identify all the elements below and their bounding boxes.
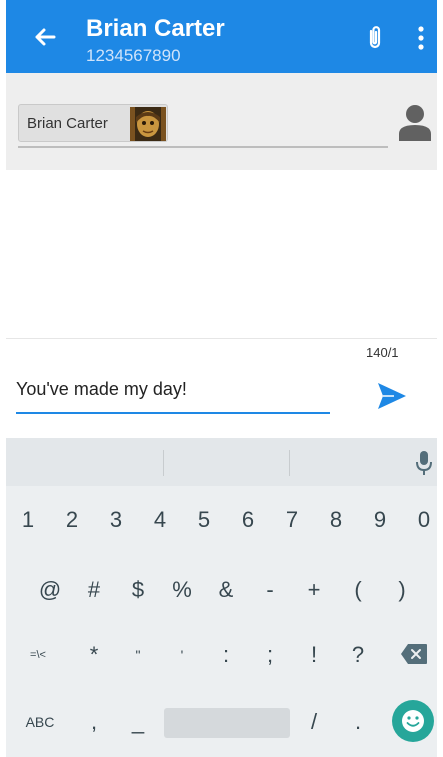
key[interactable]: # [72,568,116,612]
recipient-underline [18,146,388,148]
key[interactable]: 3 [94,498,138,542]
suggestion-separator [163,450,164,476]
key[interactable]: * [72,633,116,677]
key-slash[interactable]: / [292,700,336,744]
recipient-chip[interactable]: Brian Carter [18,104,168,142]
key[interactable]: 7 [270,498,314,542]
smiley-icon [402,710,424,732]
more-vertical-icon[interactable] [416,24,426,52]
key-abc[interactable]: ABC [18,700,62,744]
key[interactable]: " [116,633,160,677]
message-input-underline [16,412,330,414]
key[interactable]: % [160,568,204,612]
key-period[interactable]: . [336,700,380,744]
keyboard: 1 2 3 4 5 6 7 8 9 0 @ # $ % & - + ( ) =\… [6,438,437,757]
suggestion-bar [6,438,437,486]
key[interactable]: 1 [6,498,50,542]
arrow-left-icon[interactable] [30,22,60,52]
conversation-title: Brian Carter [86,15,225,42]
emoji-button[interactable] [392,700,434,742]
key[interactable]: + [292,568,336,612]
recipient-bar: Brian Carter [6,73,437,170]
suggestion-separator [289,450,290,476]
app-bar: Brian Carter 1234567890 [6,0,437,73]
key[interactable]: 8 [314,498,358,542]
key[interactable]: @ [28,568,72,612]
key[interactable]: 6 [226,498,270,542]
key-underscore[interactable]: _ [116,700,160,744]
compose-divider [6,338,437,339]
key-comma[interactable]: , [72,700,116,744]
keyboard-row-bottom: ABC , _ / . [6,700,437,744]
key[interactable]: ! [292,633,336,677]
key[interactable]: 4 [138,498,182,542]
send-icon[interactable] [376,381,408,411]
message-input[interactable]: You've made my day! [16,379,187,400]
key[interactable]: ? [336,633,380,677]
backspace-icon[interactable] [400,643,428,665]
key[interactable]: 2 [50,498,94,542]
key[interactable]: & [204,568,248,612]
key[interactable]: $ [116,568,160,612]
keyboard-row-symbols-1: @ # $ % & - + ( ) [6,568,437,612]
key[interactable]: 0 [402,498,443,542]
key[interactable]: : [204,633,248,677]
keyboard-row-symbols-2: =\< * " ' : ; ! ? [6,633,437,677]
key-more-symbols[interactable]: =\< [16,633,60,677]
contact-photo [130,107,166,141]
key[interactable]: ' [160,633,204,677]
key[interactable]: ; [248,633,292,677]
key[interactable]: - [248,568,292,612]
character-counter: 140/1 [366,345,399,360]
paperclip-icon[interactable] [360,22,390,52]
key[interactable]: ( [336,568,380,612]
key[interactable]: 5 [182,498,226,542]
key[interactable]: ) [380,568,424,612]
key[interactable]: 9 [358,498,402,542]
person-icon[interactable] [398,103,432,141]
microphone-icon[interactable] [415,450,433,476]
spacebar[interactable] [164,708,290,738]
recipient-chip-label: Brian Carter [27,115,108,132]
keyboard-row-digits: 1 2 3 4 5 6 7 8 9 0 [6,498,437,542]
conversation-number: 1234567890 [86,46,181,65]
